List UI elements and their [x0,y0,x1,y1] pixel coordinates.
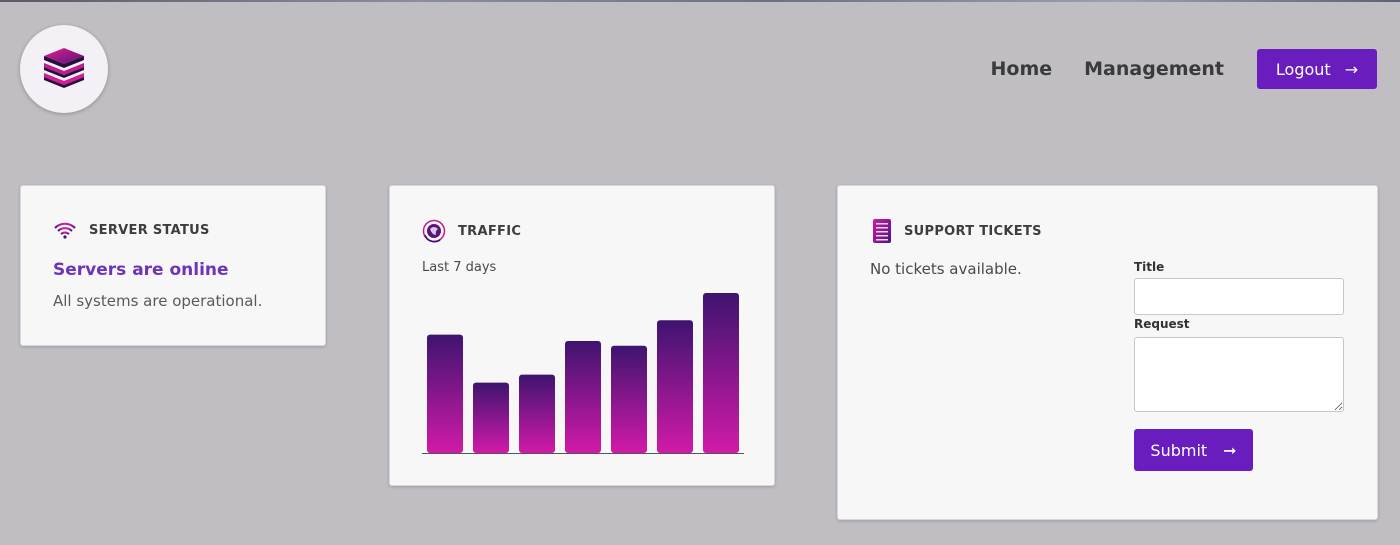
arrow-right-icon: ➞ [1223,440,1237,460]
stacked-layers-icon [44,48,84,88]
traffic-bar-4 [565,341,601,453]
traffic-bar-7 [703,293,739,453]
server-status-title: SERVER STATUS [89,222,210,238]
logout-label: Logout [1275,59,1331,79]
submit-button[interactable]: Submit ➞ [1134,429,1253,471]
server-status-card: SERVER STATUS Servers are online All sys… [20,185,326,346]
traffic-card: TRAFFIC Last 7 days [389,185,775,486]
traffic-title: TRAFFIC [458,223,522,239]
traffic-bar-chart [422,293,744,454]
support-tickets-header: SUPPORT TICKETS [872,218,1042,244]
traffic-subtitle: Last 7 days [422,260,497,275]
ticket-title-input[interactable] [1134,278,1344,315]
traffic-bar-1 [427,334,463,453]
traffic-bar-5 [611,345,647,453]
support-tickets-card: SUPPORT TICKETS No tickets available. Ti… [837,185,1378,520]
logout-button[interactable]: Logout → [1257,49,1377,89]
ticket-request-textarea[interactable] [1134,337,1344,412]
submit-label: Submit [1150,440,1208,460]
traffic-header: TRAFFIC [422,219,521,243]
title-label: Title [1134,260,1165,274]
logo[interactable] [20,25,108,113]
traffic-bar-6 [657,320,693,453]
nav-home-link[interactable]: Home [991,58,1053,80]
arrow-right-icon: → [1344,59,1359,79]
document-list-icon [873,219,891,243]
traffic-bar-3 [519,374,555,453]
support-tickets-title: SUPPORT TICKETS [904,223,1042,239]
traffic-bar-2 [473,382,509,453]
request-label: Request [1134,317,1190,331]
status-description: All systems are operational. [53,292,263,310]
nav-management-link[interactable]: Management [1084,58,1224,80]
status-headline: Servers are online [53,260,229,280]
globe-network-icon [422,219,446,243]
no-tickets-message: No tickets available. [870,260,1022,278]
server-status-header: SERVER STATUS [53,221,210,239]
wifi-signal-icon [54,222,76,239]
main-nav: Home Management Logout → [991,49,1377,89]
top-border-strip [0,0,1400,2]
